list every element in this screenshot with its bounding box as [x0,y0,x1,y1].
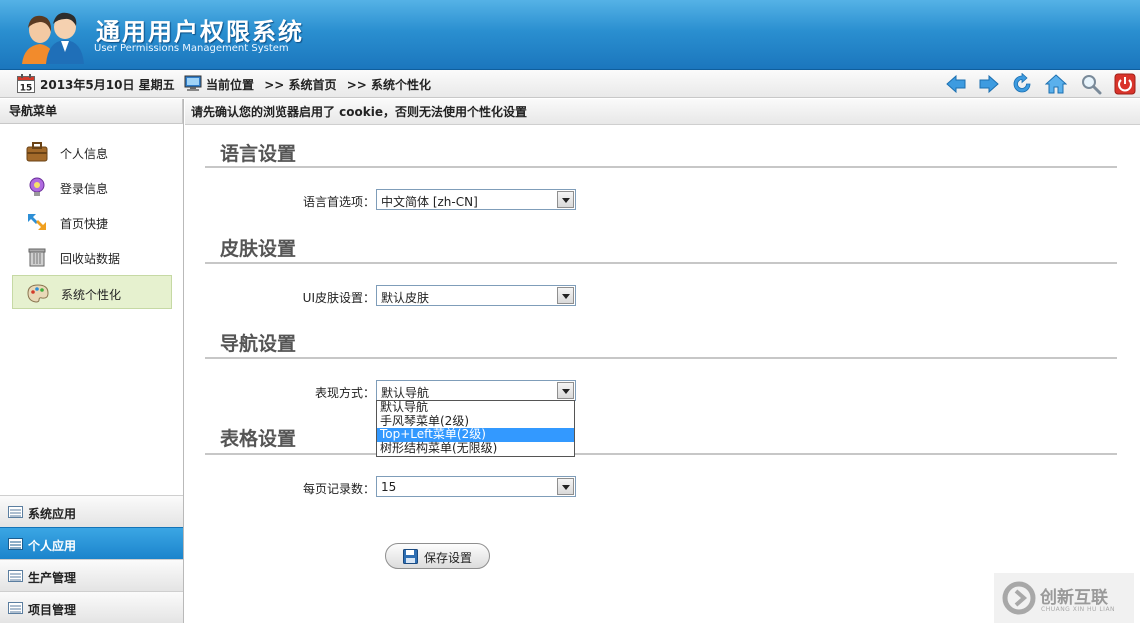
breadcrumb: 当前位置 >> 系统首页 >> 系统个性化 [206,76,437,93]
accordion-label: 个人应用 [28,539,77,553]
power-icon[interactable] [1114,73,1136,95]
chevron-down-icon[interactable] [557,382,574,399]
sidebar-item-recycle-bin[interactable]: 回收站数据 [12,240,172,274]
dropdown-option-top-left[interactable]: Top+Left菜单(2级) [377,427,574,442]
navigation-dropdown-list: 默认导航 手风琴菜单(2级) Top+Left菜单(2级) 树形结构菜单(无限级… [376,400,575,457]
section-title-table: 表格设置 [220,428,297,450]
accordion-personal-apps[interactable]: 个人应用 [0,527,183,559]
list-icon [8,602,23,614]
accordion-label: 项目管理 [28,603,77,617]
main-content: 请先确认您的浏览器启用了 cookie，否则无法使用个性化设置 语言设置 语言首… [185,99,1140,623]
navigation-label: 表现方式： [314,386,375,400]
section-divider [205,357,1117,359]
brand-logo-icon [1002,581,1036,615]
dropdown-option-accordion[interactable]: 手风琴菜单(2级) [377,414,574,429]
skin-select[interactable]: 默认皮肤 [376,285,576,306]
top-toolbar: 15 2013年5月10日 星期五 当前位置 >> 系统首页 >> 系统个性化 [0,70,1140,98]
select-value: 中文简体 [zh-CN] [381,195,478,209]
section-divider [205,262,1117,264]
search-icon[interactable] [1080,73,1102,95]
save-settings-button[interactable]: 保存设置 [385,543,490,569]
watermark-subtext: CHUANG XIN HU LIAN [1041,606,1116,613]
breadcrumb-home[interactable]: >> 系统首页 [264,78,336,92]
sidebar-item-label: 首页快捷 [60,217,109,231]
language-label: 语言首选项： [302,195,375,209]
shortcut-arrows-icon [28,214,46,230]
app-title: 通用用户权限系统 [96,17,304,46]
save-button-label: 保存设置 [424,551,473,565]
section-divider [205,166,1117,168]
breadcrumb-current: >> 系统个性化 [346,78,431,92]
sidebar-title: 导航菜单 [0,99,183,124]
page-size-select[interactable]: 15 [376,476,576,497]
section-divider [205,453,1117,455]
computer-icon [184,75,202,91]
app-subtitle: User Permissions Management System [94,43,289,54]
accordion-production-mgmt[interactable]: 生产管理 [0,559,183,591]
refresh-icon[interactable] [1011,73,1033,95]
select-value: 默认皮肤 [381,291,430,305]
dropdown-option-tree[interactable]: 树形结构菜单(无限级) [377,441,574,456]
current-date: 2013年5月10日 星期五 [40,78,175,92]
section-title-navigation: 导航设置 [220,333,297,355]
accordion-label: 生产管理 [28,571,77,585]
lightbulb-icon [29,177,45,196]
sidebar-item-personalization[interactable]: 系统个性化 [12,275,172,309]
watermark: 创新互联 CHUANG XIN HU LIAN [994,573,1134,623]
forward-arrow-icon[interactable] [978,73,1000,95]
list-icon [8,506,23,518]
app-header: 通用用户权限系统 User Permissions Management Sys… [0,0,1140,70]
list-icon [8,538,23,550]
sidebar-item-label: 回收站数据 [60,252,121,266]
skin-label: UI皮肤设置： [302,291,375,305]
app-window: 通用用户权限系统 User Permissions Management Sys… [0,0,1140,627]
sidebar-item-label: 个人信息 [60,147,109,161]
accordion-system-apps[interactable]: 系统应用 [0,495,183,527]
accordion-label: 系统应用 [28,507,77,521]
cookie-notice: 请先确认您的浏览器启用了 cookie，否则无法使用个性化设置 [185,99,1140,125]
watermark-text: 创新互联 [1040,588,1108,608]
calendar-icon: 15 [17,74,35,93]
calendar-day: 15 [20,84,33,94]
language-select[interactable]: 中文简体 [zh-CN] [376,189,576,210]
accordion-project-mgmt[interactable]: 项目管理 [0,591,183,623]
navigation-select[interactable]: 默认导航 [376,380,576,401]
back-arrow-icon[interactable] [945,73,967,95]
chevron-down-icon[interactable] [557,191,574,208]
select-value: 15 [381,480,397,494]
select-value: 默认导航 [381,386,430,400]
section-title-language: 语言设置 [220,143,297,165]
sidebar-item-label: 登录信息 [60,182,109,196]
dropdown-option-default[interactable]: 默认导航 [377,400,574,415]
list-icon [8,570,23,582]
palette-icon [27,284,49,303]
chevron-down-icon[interactable] [557,287,574,304]
floppy-disk-icon [403,549,418,564]
briefcase-icon [26,142,48,162]
sidebar-item-login-info[interactable]: 登录信息 [12,170,172,204]
page-size-label: 每页记录数： [302,482,375,496]
section-title-skin: 皮肤设置 [220,238,297,260]
home-icon[interactable] [1045,73,1067,95]
sidebar: 导航菜单 个人信息 登录信息 首页快捷 回收站数据 系统个性化 系统应用 个人应… [0,99,184,623]
users-logo-icon [22,12,84,64]
chevron-down-icon[interactable] [557,478,574,495]
breadcrumb-location-label: 当前位置 [206,78,255,92]
sidebar-item-home-shortcut[interactable]: 首页快捷 [12,205,172,239]
sidebar-item-label: 系统个性化 [61,288,122,302]
trash-bin-icon [28,248,46,267]
sidebar-item-personal-info[interactable]: 个人信息 [12,135,172,169]
